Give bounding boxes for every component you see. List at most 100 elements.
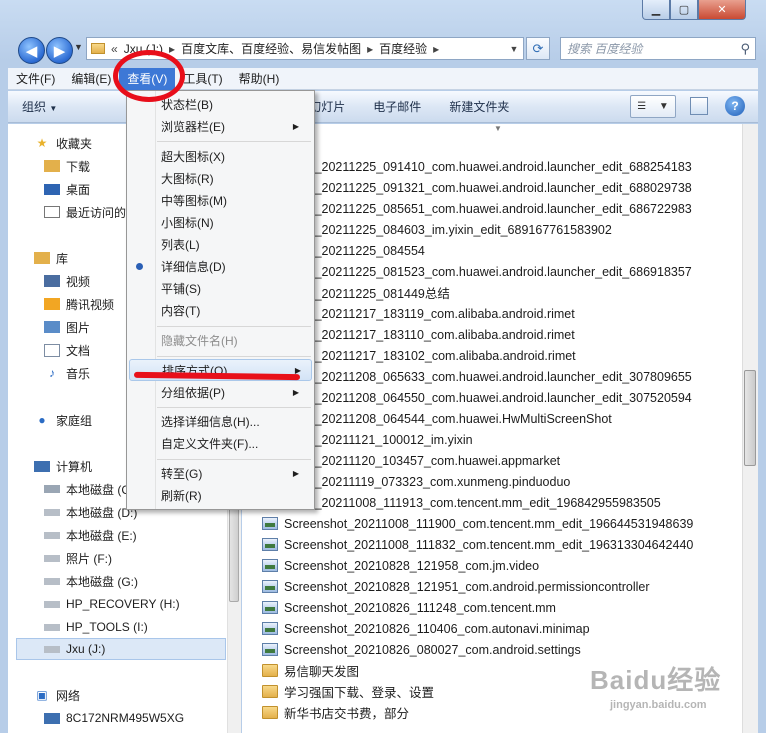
menu-go-to[interactable]: 转至(G) ▶ [161, 463, 311, 485]
refresh-button[interactable]: ⟳ [526, 37, 550, 60]
nav-favorites[interactable]: ★ 收藏夹 [34, 132, 92, 154]
file-row[interactable]: Screenshot_20210828_121958_com.jm.video [262, 555, 539, 576]
baidu-watermark: Baidu经验 jingyan.baidu.com [590, 660, 721, 711]
nav-downloads[interactable]: 下载 [44, 155, 90, 177]
nav-drive-f[interactable]: 照片 (F:) [44, 547, 112, 569]
menu-xlarge-icons[interactable]: 超大图标(X) [161, 146, 311, 168]
search-input[interactable]: 搜索 百度经验 ⚲ [560, 37, 756, 60]
nav-label: 桌面 [66, 182, 91, 197]
file-name: nshot_20211225_091410_com.huawei.android… [284, 159, 692, 174]
file-row[interactable]: nshot_20211225_091321_com.huawei.android… [262, 177, 692, 198]
nav-label: 下载 [66, 159, 91, 174]
drive-icon [44, 577, 60, 585]
nav-videos[interactable]: 视频 [44, 270, 90, 292]
chevron-right-icon: ▸ [169, 41, 176, 56]
menu-details[interactable]: 详细信息(D) [161, 256, 311, 278]
menu-file[interactable]: 文件(F) [8, 68, 63, 90]
file-row[interactable]: Screenshot_20210828_121951_com.android.p… [262, 576, 650, 597]
recent-pages-dropdown[interactable]: ▼ [74, 42, 83, 52]
menu-large-icons[interactable]: 大图标(R) [161, 168, 311, 190]
nav-network-pc[interactable]: 8C172NRM495W5XG [44, 707, 184, 729]
chevron-down-icon: ▼ [658, 101, 669, 112]
image-file-icon [262, 643, 278, 656]
folder-row[interactable]: 易信聊天发图 [262, 660, 359, 681]
file-row[interactable]: nshot_20211208_064550_com.huawei.android… [262, 387, 692, 408]
menu-medium-icons[interactable]: 中等图标(M) [161, 190, 311, 212]
watermark-url: jingyan.baidu.com [610, 699, 707, 711]
drive-icon [44, 554, 60, 562]
email-button[interactable]: 电子邮件 [359, 91, 435, 123]
menu-help[interactable]: 帮助(H) [231, 68, 288, 90]
nav-drive-h[interactable]: HP_RECOVERY (H:) [44, 593, 180, 615]
nav-drive-i[interactable]: HP_TOOLS (I:) [44, 616, 148, 638]
file-row[interactable]: nshot_20211008_111913_com.tencent.mm_edi… [262, 492, 661, 513]
menu-refresh[interactable]: 刷新(R) [161, 485, 311, 507]
nav-libraries[interactable]: 库 [34, 247, 68, 269]
file-name: Screenshot_20210828_121951_com.android.p… [284, 579, 650, 594]
folder-row[interactable]: 学习强国下载、登录、设置 [262, 681, 434, 702]
folder-name: 易信聊天发图 [284, 665, 360, 679]
maximize-button[interactable]: ▢ [670, 0, 698, 20]
menu-tiles[interactable]: 平铺(S) [161, 278, 311, 300]
nav-music[interactable]: ♪ 音乐 [44, 362, 90, 384]
menu-label: 浏览器栏(E) [161, 120, 225, 134]
file-row[interactable]: nshot_20211225_081523_com.huawei.android… [262, 261, 692, 282]
help-icon[interactable]: ? [725, 96, 745, 116]
file-name: nshot_20211225_084603_im.yixin_edit_6891… [284, 222, 612, 237]
menu-status-bar[interactable]: 状态栏(B) [161, 94, 311, 116]
nav-drive-e[interactable]: 本地磁盘 (E:) [44, 524, 137, 546]
file-row[interactable]: Screenshot_20210826_110406_com.autonavi.… [262, 618, 590, 639]
nav-pictures[interactable]: 图片 [44, 316, 90, 338]
breadcrumb-overflow[interactable]: « [111, 42, 118, 56]
organize-button[interactable]: 组织 ▼ [8, 91, 71, 123]
breadcrumb-current[interactable]: 百度经验 [379, 40, 427, 57]
file-row[interactable]: nshot_20211225_091410_com.huawei.android… [262, 156, 692, 177]
nav-computer[interactable]: 计算机 [34, 455, 92, 477]
nav-label: 腾讯视频 [66, 297, 115, 312]
file-row[interactable]: Screenshot_20211008_111900_com.tencent.m… [262, 513, 693, 534]
file-row[interactable]: Screenshot_20210826_111248_com.tencent.m… [262, 597, 556, 618]
breadcrumb-baidu-folder[interactable]: 百度文库、百度经验、易信发帖图 [181, 40, 361, 57]
preview-pane-icon[interactable] [690, 97, 708, 115]
menu-choose-details[interactable]: 选择详细信息(H)... [161, 411, 311, 433]
file-row[interactable]: Screenshot_20210826_080027_com.android.s… [262, 639, 581, 660]
file-name: nshot_20211120_103457_com.huawei.appmark… [284, 453, 561, 468]
computer-icon [44, 712, 60, 724]
forward-button[interactable]: ▶ [46, 37, 73, 64]
file-list-scrollbar-thumb[interactable] [744, 370, 756, 466]
file-row[interactable]: Screenshot_20211008_111832_com.tencent.m… [262, 534, 693, 555]
folder-row[interactable]: 新华书店交书费，部分 [262, 702, 409, 723]
nav-drive-d[interactable]: 本地磁盘 (D:) [44, 501, 137, 523]
nav-drive-g[interactable]: 本地磁盘 (G:) [44, 570, 138, 592]
folder-icon [262, 664, 278, 677]
address-dropdown-icon[interactable]: ▼ [505, 44, 523, 54]
nav-network[interactable]: ▣ 网络 [34, 684, 80, 706]
nav-label: 本地磁盘 (E:) [66, 528, 137, 543]
nav-homegroup[interactable]: ● 家庭组 [34, 409, 92, 431]
menu-content[interactable]: 内容(T) [161, 300, 311, 322]
nav-tencent-video[interactable]: 腾讯视频 [44, 293, 114, 315]
nav-recent[interactable]: 最近访问的 [44, 201, 126, 223]
new-folder-button[interactable]: 新建文件夹 [435, 91, 523, 123]
image-file-icon [262, 538, 278, 551]
file-row[interactable]: nshot_20211208_065633_com.huawei.android… [262, 366, 692, 387]
nav-drive-c[interactable]: 本地磁盘 (C [44, 478, 130, 500]
menu-edit[interactable]: 编辑(E) [63, 68, 119, 90]
minimize-button[interactable]: ▁ [642, 0, 670, 20]
nav-label: HP_RECOVERY (H:) [66, 597, 180, 611]
view-options-button[interactable]: ☰ ▼ [630, 95, 676, 118]
nav-documents[interactable]: 文档 [44, 339, 90, 361]
nav-drive-j[interactable]: Jxu (J:) [16, 638, 226, 660]
menu-explorer-bar[interactable]: 浏览器栏(E) ▶ [161, 116, 311, 138]
menu-customize-folder[interactable]: 自定义文件夹(F)... [161, 433, 311, 455]
menu-group-by[interactable]: 分组依据(P) ▶ [161, 382, 311, 404]
selected-bullet-icon [136, 263, 143, 270]
menu-small-icons[interactable]: 小图标(N) [161, 212, 311, 234]
file-row[interactable]: nshot_20211225_085651_com.huawei.android… [262, 198, 692, 219]
close-button[interactable]: ✕ [698, 0, 746, 20]
nav-desktop[interactable]: 桌面 [44, 178, 90, 200]
menu-list[interactable]: 列表(L) [161, 234, 311, 256]
nav-label: 收藏夹 [56, 136, 93, 151]
drive-icon [44, 623, 60, 631]
back-button[interactable]: ◀ [18, 37, 45, 64]
